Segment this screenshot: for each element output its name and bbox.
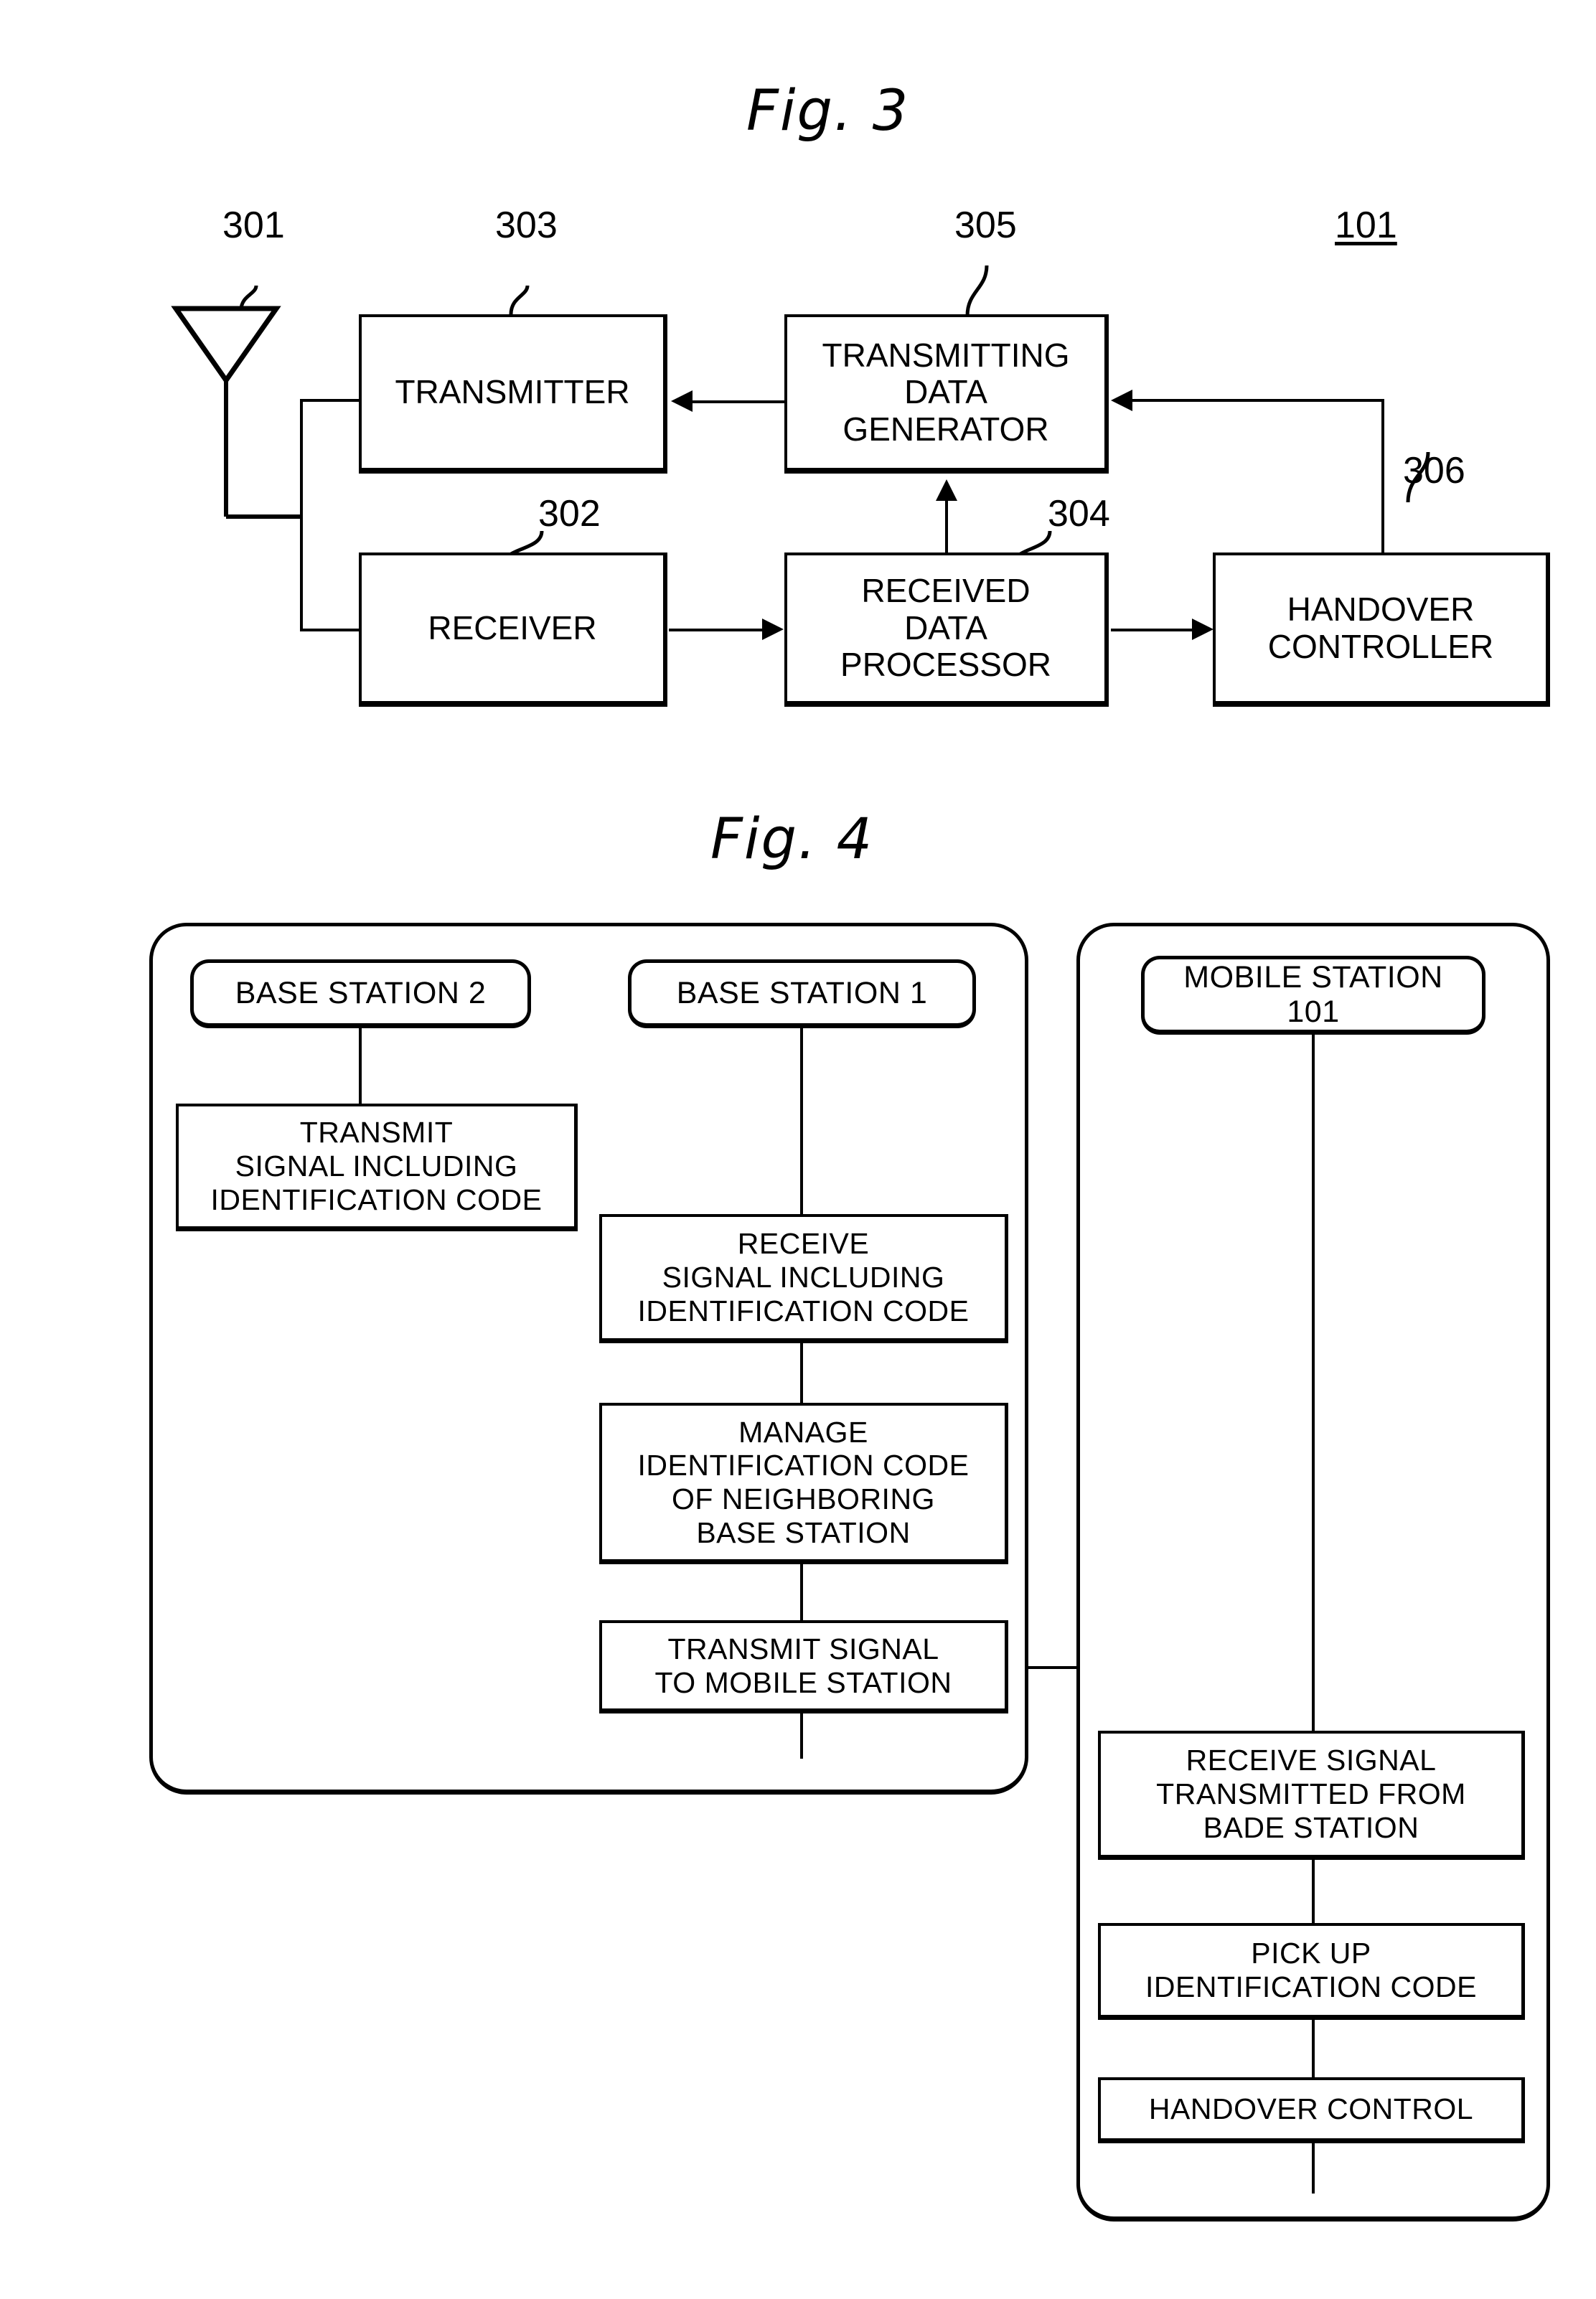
block-handover-controller-label: HANDOVER CONTROLLER	[1264, 591, 1498, 665]
step-box-s404[interactable]: TRANSMIT SIGNAL TO MOBILE STATION	[599, 1620, 1008, 1713]
block-receiver[interactable]: RECEIVER	[359, 553, 667, 707]
figure-4-title: Fig. 4	[710, 807, 874, 872]
s401-line-1: TRANSMIT	[299, 1116, 454, 1150]
s405-line-3: BADE STATION	[1203, 1810, 1419, 1844]
step-box-s405[interactable]: RECEIVE SIGNAL TRANSMITTED FROM BADE STA…	[1098, 1731, 1525, 1860]
step-box-s401-label: TRANSMIT SIGNAL INCLUDING IDENTIFICATION…	[210, 1116, 542, 1216]
ref-305: 305	[954, 204, 1017, 246]
s406-line-1: PICK UP	[1251, 1937, 1371, 1970]
connector-tdg-to-transmitter	[693, 400, 786, 403]
step-box-s402-label: RECEIVE SIGNAL INCLUDING IDENTIFICATION …	[637, 1227, 969, 1327]
s403-line-2: IDENTIFICATION CODE	[637, 1449, 970, 1482]
tdg-line-3: GENERATOR	[842, 410, 1049, 448]
ref-304: 304	[1048, 493, 1110, 535]
block-transmitting-data-generator[interactable]: TRANSMITTING DATA GENERATOR	[784, 314, 1109, 474]
s404-line-2: TO MOBILE STATION	[654, 1665, 952, 1699]
arrowhead-handover-to-tdg	[1111, 390, 1132, 411]
arrowhead-rdp-to-tdg	[936, 479, 957, 501]
connector-antenna-bus-vertical	[300, 399, 303, 631]
block-handover-controller[interactable]: HANDOVER CONTROLLER	[1213, 553, 1550, 707]
connector-handover-to-tdg-vertical	[1381, 400, 1384, 554]
connector-antenna-to-transmitter	[300, 399, 360, 402]
leader-305	[965, 265, 989, 316]
s403-line-4: BASE STATION	[696, 1515, 911, 1549]
step-box-s407[interactable]: HANDOVER CONTROL	[1098, 2077, 1525, 2143]
s404-line-1: TRANSMIT SIGNAL	[667, 1632, 939, 1665]
actor-mobile-station[interactable]: MOBILE STATION 101	[1141, 956, 1485, 1035]
ref-302: 302	[538, 493, 601, 535]
ref-306: 306	[1403, 450, 1465, 492]
step-box-s406-label: PICK UP IDENTIFICATION CODE	[1145, 1937, 1477, 2003]
connector-receiver-to-rdp	[669, 629, 762, 631]
mobile-station-line-1: MOBILE STATION	[1183, 959, 1443, 995]
step-box-s407-label: HANDOVER CONTROL	[1148, 2092, 1474, 2126]
s403-line-1: MANAGE	[738, 1415, 868, 1449]
antenna-icon	[171, 306, 281, 385]
tdg-line-1: TRANSMITTING	[822, 336, 1070, 374]
step-box-s402[interactable]: RECEIVE SIGNAL INCLUDING IDENTIFICATION …	[599, 1214, 1008, 1343]
block-transmitter-label: TRANSMITTER	[395, 373, 630, 411]
tdg-line-2: DATA	[904, 373, 987, 411]
actor-base-station-2[interactable]: BASE STATION 2	[190, 959, 531, 1028]
s406-line-2: IDENTIFICATION CODE	[1145, 1970, 1478, 2003]
ref-101-system: 101	[1335, 204, 1397, 246]
mobile-station-line-2: 101	[1287, 995, 1340, 1029]
hc-line-1: HANDOVER	[1287, 590, 1475, 628]
step-box-s403[interactable]: MANAGE IDENTIFICATION CODE OF NEIGHBORIN…	[599, 1403, 1008, 1564]
hc-line-2: CONTROLLER	[1267, 627, 1494, 665]
step-box-s406[interactable]: PICK UP IDENTIFICATION CODE	[1098, 1923, 1525, 2020]
s402-line-2: SIGNAL INCLUDING	[662, 1261, 945, 1294]
step-box-s405-label: RECEIVE SIGNAL TRANSMITTED FROM BADE STA…	[1156, 1744, 1466, 1844]
rdp-line-1: RECEIVED	[861, 572, 1031, 610]
step-box-s404-label: TRANSMIT SIGNAL TO MOBILE STATION	[655, 1632, 952, 1699]
leader-303	[509, 285, 530, 315]
s402-line-3: IDENTIFICATION CODE	[637, 1294, 970, 1327]
connector-antenna-to-receiver	[300, 629, 360, 631]
s405-line-1: RECEIVE SIGNAL	[1186, 1744, 1437, 1777]
lifeline-base-station-2	[359, 1028, 362, 1104]
s402-line-1: RECEIVE	[737, 1227, 870, 1261]
arrowhead-tdg-to-transmitter	[671, 390, 693, 412]
connector-handover-to-tdg-horizontal	[1132, 399, 1384, 402]
connector-rdp-to-tdg-vertical	[945, 501, 948, 554]
step-box-s403-label: MANAGE IDENTIFICATION CODE OF NEIGHBORIN…	[637, 1416, 969, 1550]
s401-line-2: SIGNAL INCLUDING	[235, 1150, 518, 1183]
s401-line-3: IDENTIFICATION CODE	[210, 1183, 543, 1216]
actor-mobile-station-label: MOBILE STATION 101	[1183, 960, 1442, 1029]
block-transmitting-data-generator-label: TRANSMITTING DATA GENERATOR	[818, 337, 1074, 448]
block-transmitter[interactable]: TRANSMITTER	[359, 314, 667, 474]
block-received-data-processor-label: RECEIVED DATA PROCESSOR	[836, 573, 1056, 684]
patent-figure-page: Fig. 3 301 303 305 101 306 302 304 TRANS…	[0, 0, 1596, 2299]
s405-line-2: TRANSMITTED FROM	[1156, 1777, 1466, 1811]
leader-301	[239, 285, 258, 311]
block-receiver-label: RECEIVER	[428, 608, 597, 647]
s403-line-3: OF NEIGHBORING	[672, 1482, 935, 1515]
arrowhead-rdp-to-handover	[1192, 619, 1214, 640]
block-received-data-processor[interactable]: RECEIVED DATA PROCESSOR	[784, 553, 1109, 707]
ref-301: 301	[222, 204, 285, 246]
actor-base-station-2-label: BASE STATION 2	[235, 975, 487, 1010]
connector-rdp-to-handover	[1111, 629, 1192, 631]
ref-303: 303	[495, 204, 558, 246]
rdp-line-3: PROCESSOR	[840, 646, 1051, 684]
actor-base-station-1[interactable]: BASE STATION 1	[628, 959, 976, 1028]
figure-3-title: Fig. 3	[746, 79, 910, 144]
actor-base-station-1-label: BASE STATION 1	[676, 975, 928, 1010]
rdp-line-2: DATA	[904, 608, 987, 647]
step-box-s401[interactable]: TRANSMIT SIGNAL INCLUDING IDENTIFICATION…	[176, 1104, 578, 1231]
arrowhead-receiver-to-rdp	[762, 619, 784, 640]
